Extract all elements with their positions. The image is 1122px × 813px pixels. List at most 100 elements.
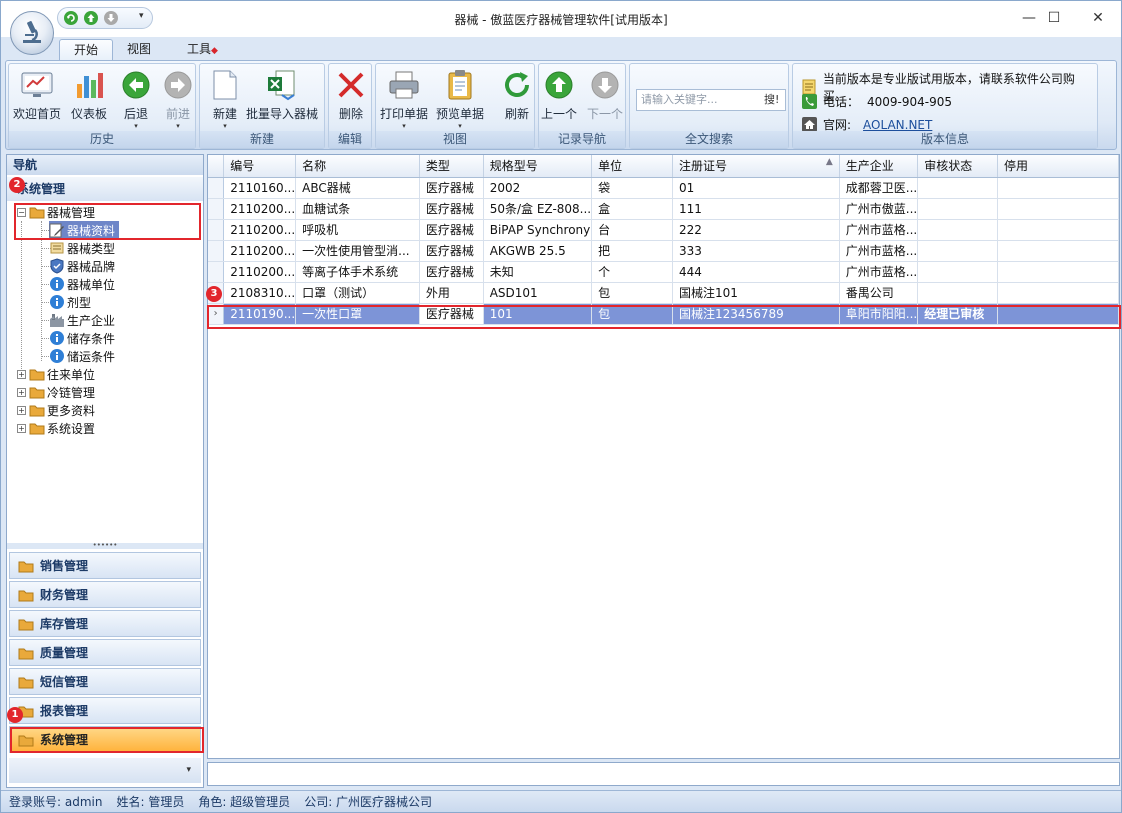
- table-cell[interactable]: 袋: [591, 177, 674, 199]
- module-finance[interactable]: 财务管理: [9, 581, 201, 608]
- table-cell[interactable]: 口罩（测试）: [295, 282, 420, 304]
- maximize-button[interactable]: ☐: [1031, 5, 1077, 31]
- refresh-button[interactable]: 刷新: [500, 68, 534, 130]
- app-menu-button[interactable]: [10, 11, 54, 55]
- table-cell[interactable]: 2108310...: [223, 282, 297, 304]
- tree-node-equipment-type[interactable]: 器械类型: [49, 239, 115, 257]
- tree-node-dosage-form[interactable]: 剂型: [49, 293, 91, 311]
- table-cell[interactable]: 2110200...: [223, 240, 297, 262]
- prev-record-button[interactable]: 上一个: [541, 68, 577, 130]
- table-row[interactable]: 2110200... 呼吸机 医疗器械 BiPAP Synchrony 台 222 广州市蓝…: [208, 219, 1119, 241]
- table-cell[interactable]: 阜阳市阳阳...: [839, 303, 919, 325]
- table-cell[interactable]: [997, 177, 1119, 199]
- tree-node-more-data[interactable]: 更多资料: [29, 401, 95, 419]
- table-cell[interactable]: ASD101: [483, 282, 593, 304]
- table-cell[interactable]: 把: [591, 240, 674, 262]
- table-cell[interactable]: 医疗器械: [419, 261, 484, 283]
- table-cell[interactable]: 国械注101: [672, 282, 840, 304]
- table-cell[interactable]: 2110200...: [223, 219, 297, 241]
- module-quality[interactable]: 质量管理: [9, 639, 201, 666]
- home-button[interactable]: 欢迎首页: [13, 68, 61, 130]
- table-cell[interactable]: BiPAP Synchrony: [483, 219, 593, 241]
- tree-node-equipment-data[interactable]: 器械资料: [49, 221, 120, 239]
- table-cell[interactable]: [917, 282, 998, 304]
- table-cell[interactable]: 333: [672, 240, 840, 262]
- collapse-toggle[interactable]: −: [17, 208, 26, 217]
- expand-toggle[interactable]: +: [17, 388, 26, 397]
- table-cell[interactable]: 成都蓉卫医...: [839, 177, 919, 199]
- expand-toggle[interactable]: +: [17, 370, 26, 379]
- table-cell[interactable]: 医疗器械: [419, 198, 484, 220]
- column-header[interactable]: 停用: [997, 155, 1119, 178]
- table-cell[interactable]: 111: [672, 198, 840, 220]
- table-cell[interactable]: 广州市蓝格...: [839, 219, 919, 241]
- table-row[interactable]: 2110200... 血糖试条 医疗器械 50条/盒 EZ-808... 盒 111 广州市…: [208, 198, 1119, 220]
- table-cell[interactable]: 国械注123456789: [672, 303, 840, 325]
- dashboard-button[interactable]: 仪表板: [71, 68, 107, 130]
- table-cell[interactable]: 222: [672, 219, 840, 241]
- table-cell[interactable]: [917, 177, 998, 199]
- table-cell[interactable]: 医疗器械: [419, 219, 484, 241]
- table-cell[interactable]: [997, 240, 1119, 262]
- close-button[interactable]: ✕: [1075, 5, 1121, 31]
- table-cell[interactable]: 等离子体手术系统: [295, 261, 420, 283]
- tree-node-system-settings[interactable]: 系统设置: [29, 419, 95, 437]
- table-row[interactable]: 2108310... 口罩（测试） 外用 ASD101 包国械注101 番禺公司: [208, 282, 1119, 304]
- row-indicator[interactable]: [208, 198, 225, 220]
- column-header[interactable]: 编号: [223, 155, 297, 178]
- print-button[interactable]: 打印单据 ▾: [380, 68, 428, 130]
- tree-node-equipment-mgmt[interactable]: 器械管理: [29, 203, 95, 221]
- nav-more-chevron-icon[interactable]: ▾: [9, 758, 201, 783]
- table-cell[interactable]: ABC器械: [295, 177, 420, 199]
- expand-toggle[interactable]: +: [17, 406, 26, 415]
- table-cell[interactable]: 番禺公司: [839, 282, 919, 304]
- column-header[interactable]: 名称: [295, 155, 420, 178]
- table-cell[interactable]: 包: [591, 282, 674, 304]
- tree-node-cold-chain[interactable]: 冷链管理: [29, 383, 95, 401]
- column-header[interactable]: 审核状态: [917, 155, 998, 178]
- table-cell[interactable]: 101: [483, 303, 593, 325]
- tab-view[interactable]: 视图: [113, 39, 165, 60]
- table-cell[interactable]: 个: [591, 261, 674, 283]
- table-cell[interactable]: 广州市蓝格...: [839, 240, 919, 262]
- table-cell[interactable]: 2110200...: [223, 261, 297, 283]
- table-cell[interactable]: [917, 219, 998, 241]
- row-indicator[interactable]: [208, 261, 225, 283]
- table-cell[interactable]: [997, 198, 1119, 220]
- table-row[interactable]: 2110200... 一次性使用管型消... 医疗器械 AKGWB 25.5 把 333 广…: [208, 240, 1119, 262]
- table-cell[interactable]: 呼吸机: [295, 219, 420, 241]
- table-cell[interactable]: 台: [591, 219, 674, 241]
- search-button[interactable]: 搜!: [764, 91, 779, 107]
- tree-node-partners[interactable]: 往来单位: [29, 365, 95, 383]
- table-cell[interactable]: 50条/盒 EZ-808...: [483, 198, 593, 220]
- table-cell[interactable]: 盒: [591, 198, 674, 220]
- table-cell[interactable]: 医疗器械: [419, 240, 484, 262]
- batch-import-button[interactable]: 批量导入器械: [246, 68, 318, 130]
- tree-node-manufacturer[interactable]: 生产企业: [49, 311, 115, 329]
- table-cell[interactable]: 一次性口罩: [295, 303, 420, 325]
- table-row[interactable]: 2110160... ABC器械 医疗器械 2002 袋 01 成都蓉卫医...: [208, 177, 1119, 199]
- table-cell[interactable]: 一次性使用管型消...: [295, 240, 420, 262]
- module-system[interactable]: 系统管理: [9, 726, 201, 753]
- table-cell[interactable]: 未知: [483, 261, 593, 283]
- table-cell[interactable]: [997, 219, 1119, 241]
- website-link[interactable]: AOLAN.NET: [863, 118, 932, 132]
- module-sales[interactable]: 销售管理: [9, 552, 201, 579]
- tab-tools[interactable]: 工具◆: [173, 39, 232, 60]
- table-cell[interactable]: 广州市傲蓝...: [839, 198, 919, 220]
- tree-node-transport-condition[interactable]: 储运条件: [49, 347, 115, 365]
- table-cell[interactable]: [917, 261, 998, 283]
- module-sms[interactable]: 短信管理: [9, 668, 201, 695]
- expand-toggle[interactable]: +: [17, 424, 26, 433]
- module-inventory[interactable]: 库存管理: [9, 610, 201, 637]
- table-cell[interactable]: 2110160...: [223, 177, 297, 199]
- table-row[interactable]: › 2110190... 一次性口罩 医疗器械 101 包国械注123456789 阜阳市阳…: [208, 303, 1119, 325]
- column-header[interactable]: 规格型号: [483, 155, 593, 178]
- table-cell[interactable]: 医疗器械: [419, 177, 484, 199]
- tree-node-equipment-brand[interactable]: 器械品牌: [49, 257, 115, 275]
- table-cell[interactable]: 2110190...: [223, 303, 297, 325]
- delete-button[interactable]: 删除: [334, 68, 368, 130]
- table-cell[interactable]: 包: [591, 303, 674, 325]
- table-cell[interactable]: [997, 282, 1119, 304]
- forward-button[interactable]: 前进 ▾: [161, 68, 195, 130]
